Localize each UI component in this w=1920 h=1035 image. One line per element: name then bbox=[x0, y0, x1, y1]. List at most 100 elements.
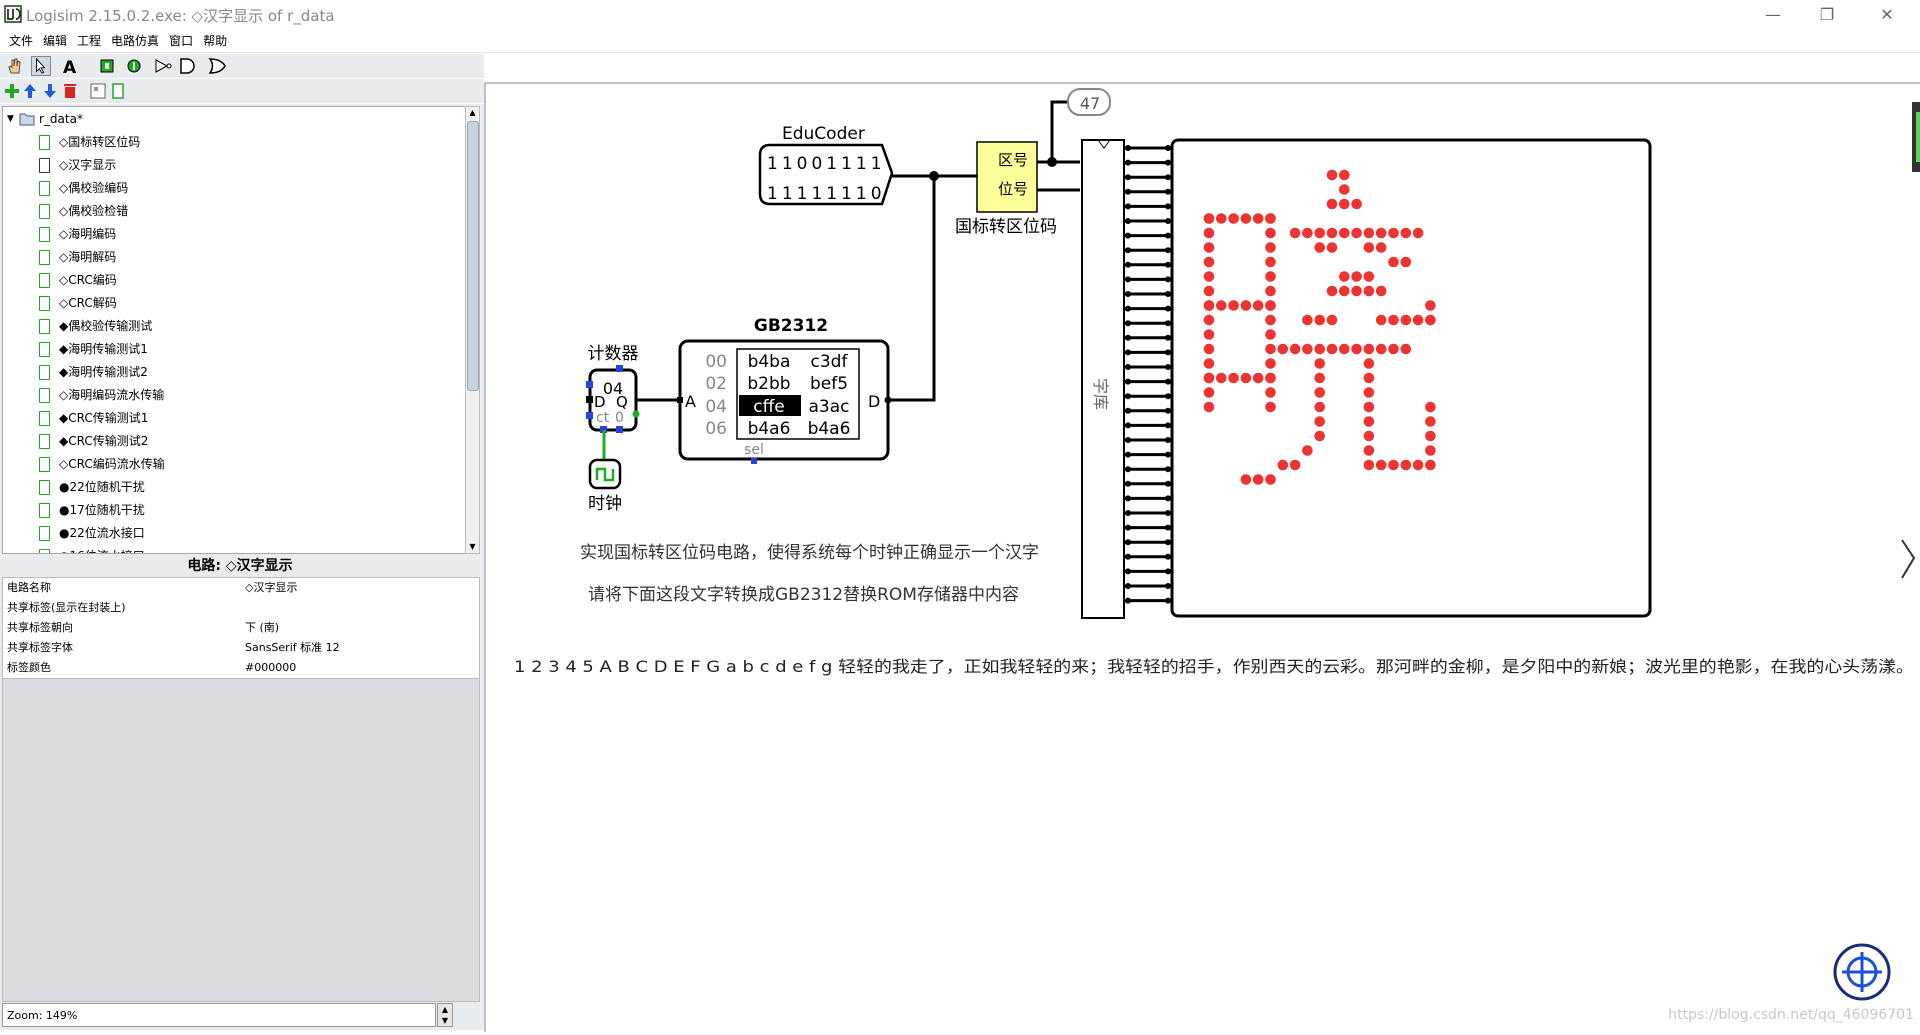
prop-value[interactable]: #000000 bbox=[245, 658, 296, 678]
rom-cell: b4ba bbox=[748, 352, 791, 372]
led-dot bbox=[1216, 213, 1227, 224]
close-button[interactable]: ✕ bbox=[1864, 2, 1910, 28]
spin-up-icon[interactable]: ▲ bbox=[438, 1004, 452, 1015]
circuit-icon bbox=[39, 135, 50, 150]
text-tool-icon[interactable]: A bbox=[60, 56, 80, 76]
scroll-down-icon[interactable]: ▼ bbox=[466, 541, 479, 553]
scroll-up-icon[interactable]: ▲ bbox=[466, 107, 479, 119]
move-up-icon[interactable] bbox=[20, 81, 40, 101]
bus-pin bbox=[1125, 232, 1131, 239]
input-pin-icon[interactable] bbox=[97, 56, 117, 76]
zoom-spinner[interactable]: ▲ ▼ bbox=[437, 1003, 453, 1027]
led-dot bbox=[1351, 285, 1362, 297]
rom-cell: c3df bbox=[811, 352, 849, 372]
menu-edit[interactable]: 编辑 bbox=[38, 30, 72, 52]
and-gate-icon[interactable] bbox=[178, 56, 198, 76]
circuit-icon bbox=[39, 273, 50, 288]
menu-help[interactable]: 帮助 bbox=[198, 30, 232, 52]
led-dot bbox=[1203, 271, 1215, 282]
wire-junction bbox=[1047, 157, 1057, 167]
led-dot bbox=[1314, 343, 1325, 355]
led-dot bbox=[1425, 401, 1436, 413]
led-dot bbox=[1265, 314, 1276, 326]
zoom-field[interactable]: Zoom: 149% bbox=[2, 1003, 436, 1027]
bus-pin bbox=[1165, 364, 1171, 370]
delete-circuit-icon[interactable] bbox=[60, 81, 80, 101]
led-dot bbox=[1265, 213, 1276, 224]
menu-simulate[interactable]: 电路仿真 bbox=[106, 30, 164, 52]
rom-cell: a3ac bbox=[809, 397, 850, 417]
empty-panel bbox=[2, 678, 480, 1002]
add-circuit-icon[interactable] bbox=[2, 81, 22, 101]
bus-pin bbox=[1165, 466, 1171, 473]
menu-file[interactable]: 文件 bbox=[4, 30, 38, 52]
probe-value: 47 bbox=[1080, 94, 1100, 113]
led-dot bbox=[1216, 372, 1227, 384]
restore-button[interactable]: ❐ bbox=[1804, 2, 1850, 28]
prop-value[interactable]: ◇汉字显示 bbox=[245, 578, 297, 598]
or-gate-icon[interactable] bbox=[207, 56, 227, 76]
counter-port bbox=[616, 365, 623, 372]
not-gate-icon[interactable] bbox=[153, 56, 173, 76]
project-toolbar bbox=[0, 79, 484, 103]
bus-pin bbox=[1165, 378, 1171, 385]
circuit-drawing[interactable]: EduCoder 11001111 11111110 区号 位号 国标转区位码 … bbox=[486, 84, 1920, 1032]
led-dot bbox=[1363, 343, 1375, 355]
bus-pin bbox=[1165, 305, 1171, 312]
tree-scrollbar-thumb[interactable] bbox=[467, 121, 479, 391]
led-dot bbox=[1252, 300, 1264, 311]
converter-pin-area: 区号 bbox=[998, 151, 1028, 169]
move-down-icon[interactable] bbox=[40, 81, 60, 101]
crosshair-target-icon[interactable] bbox=[1833, 943, 1891, 1001]
circuit-icon bbox=[39, 549, 50, 553]
led-dot bbox=[1252, 372, 1264, 384]
poke-hand-icon[interactable] bbox=[4, 56, 24, 76]
led-dot bbox=[1252, 474, 1264, 485]
led-dot bbox=[1339, 343, 1350, 355]
prop-value[interactable]: 下 (南) bbox=[245, 618, 279, 638]
led-dot bbox=[1265, 343, 1276, 355]
watermark: https://blog.csdn.net/qq_46096701 bbox=[1668, 1007, 1914, 1023]
properties-table: 电路名称 ◇汉字显示 共享标签(显示在封装上) 共享标签朝向 下 (南) 共享标… bbox=[2, 577, 480, 679]
rom-addr: 00 bbox=[705, 352, 727, 372]
led-dot bbox=[1326, 242, 1338, 253]
prop-value[interactable]: SansSerif 标准 12 bbox=[245, 638, 340, 658]
circuit-canvas[interactable]: EduCoder 11001111 11111110 区号 位号 国标转区位码 … bbox=[484, 82, 1920, 1032]
led-dot bbox=[1203, 242, 1215, 253]
circuit-icon bbox=[39, 457, 50, 472]
circuit-icon bbox=[39, 319, 50, 334]
led-dot bbox=[1400, 459, 1412, 471]
led-dot bbox=[1265, 271, 1276, 282]
layout-view-icon[interactable] bbox=[88, 81, 108, 101]
pin-row1: 11001111 bbox=[767, 154, 886, 174]
spin-down-icon[interactable]: ▼ bbox=[438, 1015, 452, 1026]
appearance-view-icon[interactable] bbox=[108, 81, 128, 101]
expand-toggle-icon[interactable]: ▼ bbox=[7, 108, 14, 131]
led-dot bbox=[1314, 372, 1325, 384]
led-dot bbox=[1363, 242, 1375, 253]
led-dot bbox=[1363, 430, 1375, 442]
led-dot bbox=[1388, 256, 1399, 268]
bus-pin bbox=[1125, 422, 1131, 429]
select-arrow-icon[interactable] bbox=[31, 56, 51, 76]
minimize-button[interactable]: — bbox=[1750, 2, 1796, 28]
bus-pin bbox=[1165, 451, 1171, 458]
led-dot bbox=[1302, 445, 1313, 456]
menu-bar: 文件 编辑 工程 电路仿真 窗口 帮助 bbox=[0, 30, 1920, 53]
led-dot bbox=[1240, 300, 1252, 311]
chevron-right-icon[interactable] bbox=[1901, 539, 1916, 579]
led-dot bbox=[1425, 416, 1436, 427]
tree-scrollbar[interactable]: ▲ ▼ bbox=[465, 106, 480, 554]
led-dot bbox=[1265, 474, 1276, 485]
led-dot bbox=[1425, 459, 1436, 471]
menu-project[interactable]: 工程 bbox=[72, 30, 106, 52]
converter-label: 国标转区位码 bbox=[955, 217, 1057, 237]
menu-window[interactable]: 窗口 bbox=[164, 30, 198, 52]
led-dot bbox=[1228, 213, 1239, 224]
led-dot bbox=[1203, 329, 1215, 340]
led-dot bbox=[1228, 372, 1239, 384]
output-pin-icon[interactable] bbox=[124, 56, 144, 76]
led-dot bbox=[1289, 459, 1301, 471]
bus-pin bbox=[1165, 174, 1171, 181]
bus-pin bbox=[1165, 495, 1171, 502]
